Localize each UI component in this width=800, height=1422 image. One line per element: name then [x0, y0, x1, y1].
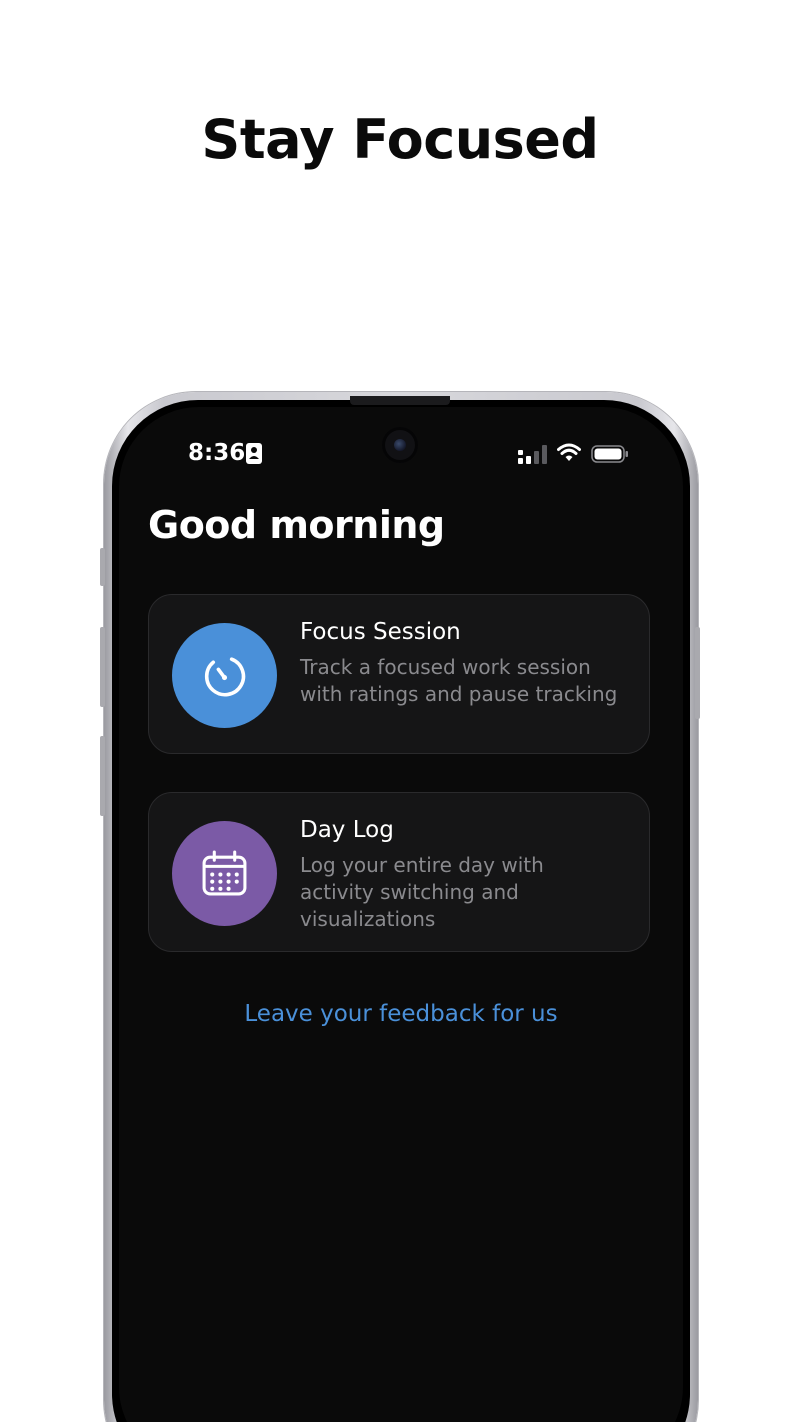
focus-session-icon-circle	[172, 623, 277, 728]
app-store-screenshot: Stay Focused 8:36 Good morning Focus Ses…	[0, 0, 800, 1422]
card-description: Track a focused work session with rating…	[300, 655, 618, 706]
calendar-icon	[202, 850, 247, 896]
feedback-link[interactable]: Leave your feedback for us	[119, 1001, 683, 1027]
promo-headline: Stay Focused	[201, 108, 599, 171]
wifi-icon	[557, 443, 581, 461]
focus-session-card[interactable]: Focus Session Track a focused work sessi…	[148, 594, 650, 754]
contact-card-icon	[246, 443, 262, 464]
power-button	[695, 627, 700, 719]
day-log-card[interactable]: Day Log Log your entire day with activit…	[148, 792, 650, 952]
card-title: Focus Session	[300, 619, 461, 645]
front-camera-icon	[382, 427, 418, 463]
timer-icon	[204, 657, 246, 697]
card-description: Log your entire day with activity switch…	[300, 853, 544, 931]
phone-screen: 8:36 Good morning Focus Session Track a …	[119, 407, 683, 1422]
cellular-signal-icon	[518, 445, 547, 464]
status-time: 8:36	[188, 440, 246, 466]
volume-down-button	[100, 736, 105, 816]
card-title: Day Log	[300, 817, 394, 843]
phone-top-edge	[350, 396, 450, 405]
greeting-title: Good morning	[148, 503, 445, 547]
volume-up-button	[100, 627, 105, 707]
battery-icon	[591, 445, 628, 463]
action-button	[100, 548, 105, 586]
day-log-icon-circle	[172, 821, 277, 926]
